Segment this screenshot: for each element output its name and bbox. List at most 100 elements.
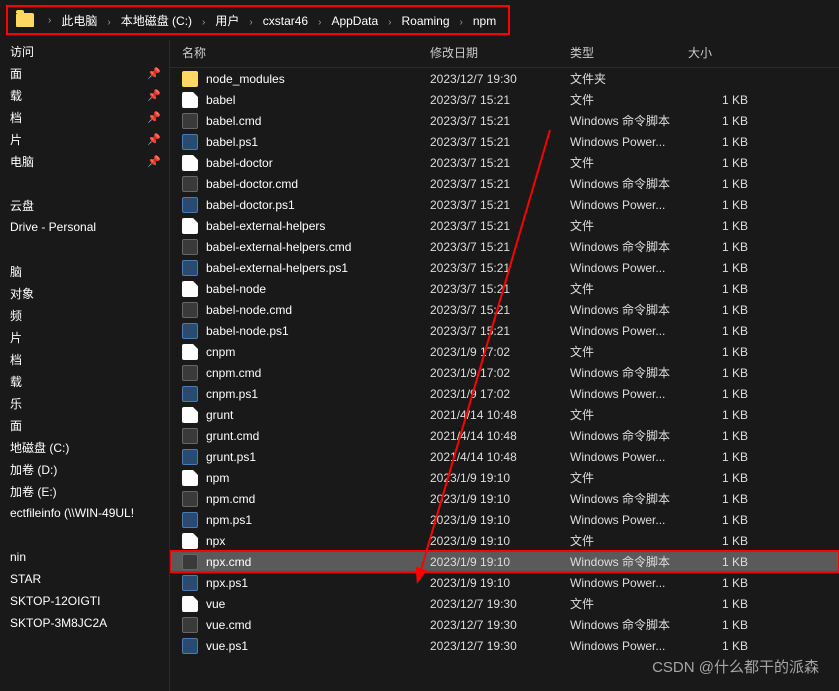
sidebar-item-label: 乐 xyxy=(10,395,22,412)
sidebar-item-label: 档 xyxy=(10,351,22,368)
file-row[interactable]: cnpm.cmd2023/1/9 17:02Windows 命令脚本1 KB xyxy=(170,362,839,383)
sidebar-item[interactable]: 片📌 xyxy=(0,128,169,150)
sidebar-item[interactable]: 片 xyxy=(0,326,169,348)
file-row[interactable]: npm2023/1/9 19:10文件1 KB xyxy=(170,467,839,488)
pin-icon: 📌 xyxy=(147,133,161,146)
sidebar-item[interactable]: SKTOP-12OIGTI xyxy=(0,590,169,612)
file-row[interactable]: babel.ps12023/3/7 15:21Windows Power...1… xyxy=(170,131,839,152)
file-row[interactable]: cnpm.ps12023/1/9 17:02Windows Power...1 … xyxy=(170,383,839,404)
sidebar-item[interactable]: nin xyxy=(0,546,169,568)
breadcrumb-segment[interactable]: AppData xyxy=(327,14,382,28)
file-date: 2023/3/7 15:21 xyxy=(430,156,570,170)
sidebar-item[interactable] xyxy=(0,238,169,260)
sidebar-item[interactable]: 面📌 xyxy=(0,62,169,84)
sidebar-item[interactable]: ectfileinfo (\\WIN-49UL! xyxy=(0,502,169,524)
file-row[interactable]: vue.cmd2023/12/7 19:30Windows 命令脚本1 KB xyxy=(170,614,839,635)
sidebar-item[interactable] xyxy=(0,172,169,194)
main-area: 访问面📌载📌档📌片📌电脑📌云盘Drive - Personal脑对象频片档载乐面… xyxy=(0,40,839,691)
file-size: 1 KB xyxy=(688,492,748,506)
breadcrumb[interactable]: › 此电脑›本地磁盘 (C:)›用户›cxstar46›AppData›Roam… xyxy=(6,5,510,35)
file-type: Windows 命令脚本 xyxy=(570,175,688,192)
file-row[interactable]: vue2023/12/7 19:30文件1 KB xyxy=(170,593,839,614)
file-row[interactable]: babel2023/3/7 15:21文件1 KB xyxy=(170,89,839,110)
sidebar-item[interactable]: STAR xyxy=(0,568,169,590)
file-row[interactable]: npx.ps12023/1/9 19:10Windows Power...1 K… xyxy=(170,572,839,593)
file-type: Windows Power... xyxy=(570,513,688,527)
sidebar-item[interactable]: 载📌 xyxy=(0,84,169,106)
sidebar-item[interactable]: 面 xyxy=(0,414,169,436)
sidebar-item-label: 片 xyxy=(10,329,22,346)
file-row[interactable]: npm.cmd2023/1/9 19:10Windows 命令脚本1 KB xyxy=(170,488,839,509)
sidebar-item-label: Drive - Personal xyxy=(10,220,96,234)
sidebar-item[interactable]: 云盘 xyxy=(0,194,169,216)
folder-icon xyxy=(182,71,198,87)
file-row[interactable]: npx2023/1/9 19:10文件1 KB xyxy=(170,530,839,551)
file-row[interactable]: babel-external-helpers.cmd2023/3/7 15:21… xyxy=(170,236,839,257)
file-row[interactable]: grunt2021/4/14 10:48文件1 KB xyxy=(170,404,839,425)
header-type[interactable]: 类型 xyxy=(570,44,688,61)
breadcrumb-segment[interactable]: Roaming xyxy=(397,14,453,28)
sidebar-item-label: ectfileinfo (\\WIN-49UL! xyxy=(10,506,134,520)
sidebar-item[interactable]: 档📌 xyxy=(0,106,169,128)
sidebar-item[interactable]: 加卷 (D:) xyxy=(0,458,169,480)
file-date: 2023/3/7 15:21 xyxy=(430,261,570,275)
file-name: grunt.cmd xyxy=(206,429,259,443)
breadcrumb-segment[interactable]: npm xyxy=(469,14,500,28)
file-row[interactable]: babel-node.ps12023/3/7 15:21Windows Powe… xyxy=(170,320,839,341)
sidebar[interactable]: 访问面📌载📌档📌片📌电脑📌云盘Drive - Personal脑对象频片档载乐面… xyxy=(0,40,170,691)
sidebar-item[interactable]: 访问 xyxy=(0,40,169,62)
sidebar-item[interactable]: 载 xyxy=(0,370,169,392)
file-row[interactable]: babel-doctor.ps12023/3/7 15:21Windows Po… xyxy=(170,194,839,215)
breadcrumb-segment[interactable]: 本地磁盘 (C:) xyxy=(117,14,196,28)
chevron-right-icon: › xyxy=(454,17,469,28)
pin-icon: 📌 xyxy=(147,67,161,80)
file-row[interactable]: grunt.cmd2021/4/14 10:48Windows 命令脚本1 KB xyxy=(170,425,839,446)
sidebar-item[interactable]: 乐 xyxy=(0,392,169,414)
file-size: 1 KB xyxy=(688,219,748,233)
file-row[interactable]: cnpm2023/1/9 17:02文件1 KB xyxy=(170,341,839,362)
file-row[interactable]: npx.cmd2023/1/9 19:10Windows 命令脚本1 KB xyxy=(170,551,839,572)
sidebar-item[interactable]: 对象 xyxy=(0,282,169,304)
header-date[interactable]: 修改日期 xyxy=(430,44,570,61)
file-row[interactable]: babel-external-helpers2023/3/7 15:21文件1 … xyxy=(170,215,839,236)
sidebar-item[interactable] xyxy=(0,524,169,546)
chevron-right-icon: › xyxy=(312,17,327,28)
sidebar-item[interactable]: 档 xyxy=(0,348,169,370)
file-size: 1 KB xyxy=(688,177,748,191)
file-row[interactable]: babel.cmd2023/3/7 15:21Windows 命令脚本1 KB xyxy=(170,110,839,131)
sidebar-item[interactable]: 加卷 (E:) xyxy=(0,480,169,502)
file-row[interactable]: node_modules2023/12/7 19:30文件夹 xyxy=(170,68,839,89)
file-name-cell: babel-doctor xyxy=(182,155,430,171)
file-row[interactable]: babel-node2023/3/7 15:21文件1 KB xyxy=(170,278,839,299)
breadcrumb-segment[interactable]: cxstar46 xyxy=(259,14,312,28)
sidebar-item[interactable]: SKTOP-3M8JC2A xyxy=(0,612,169,634)
file-row[interactable]: babel-doctor2023/3/7 15:21文件1 KB xyxy=(170,152,839,173)
breadcrumb-segment[interactable]: 用户 xyxy=(211,14,243,28)
file-date: 2023/12/7 19:30 xyxy=(430,639,570,653)
file-row[interactable]: vue.ps12023/12/7 19:30Windows Power...1 … xyxy=(170,635,839,656)
sidebar-item[interactable]: 脑 xyxy=(0,260,169,282)
breadcrumb-segment[interactable]: 此电脑 xyxy=(57,14,101,28)
sidebar-item[interactable]: 地磁盘 (C:) xyxy=(0,436,169,458)
file-row[interactable]: babel-doctor.cmd2023/3/7 15:21Windows 命令… xyxy=(170,173,839,194)
file-date: 2023/3/7 15:21 xyxy=(430,177,570,191)
column-headers[interactable]: 名称 修改日期 类型 大小 xyxy=(170,40,839,68)
sidebar-item[interactable]: 频 xyxy=(0,304,169,326)
file-size: 1 KB xyxy=(688,618,748,632)
pin-icon: 📌 xyxy=(147,89,161,102)
file-type: Windows Power... xyxy=(570,324,688,338)
file-icon xyxy=(182,344,198,360)
chevron-right-icon: › xyxy=(196,17,211,28)
file-icon xyxy=(182,596,198,612)
sidebar-item[interactable]: 电脑📌 xyxy=(0,150,169,172)
file-row[interactable]: grunt.ps12021/4/14 10:48Windows Power...… xyxy=(170,446,839,467)
file-row[interactable]: babel-node.cmd2023/3/7 15:21Windows 命令脚本… xyxy=(170,299,839,320)
file-row[interactable]: babel-external-helpers.ps12023/3/7 15:21… xyxy=(170,257,839,278)
header-size[interactable]: 大小 xyxy=(688,44,748,61)
file-row[interactable]: npm.ps12023/1/9 19:10Windows Power...1 K… xyxy=(170,509,839,530)
file-name: npx xyxy=(206,534,225,548)
header-name[interactable]: 名称 xyxy=(182,44,430,61)
sidebar-item[interactable]: Drive - Personal xyxy=(0,216,169,238)
file-type: Windows Power... xyxy=(570,261,688,275)
sidebar-item-label: 载 xyxy=(10,87,22,104)
